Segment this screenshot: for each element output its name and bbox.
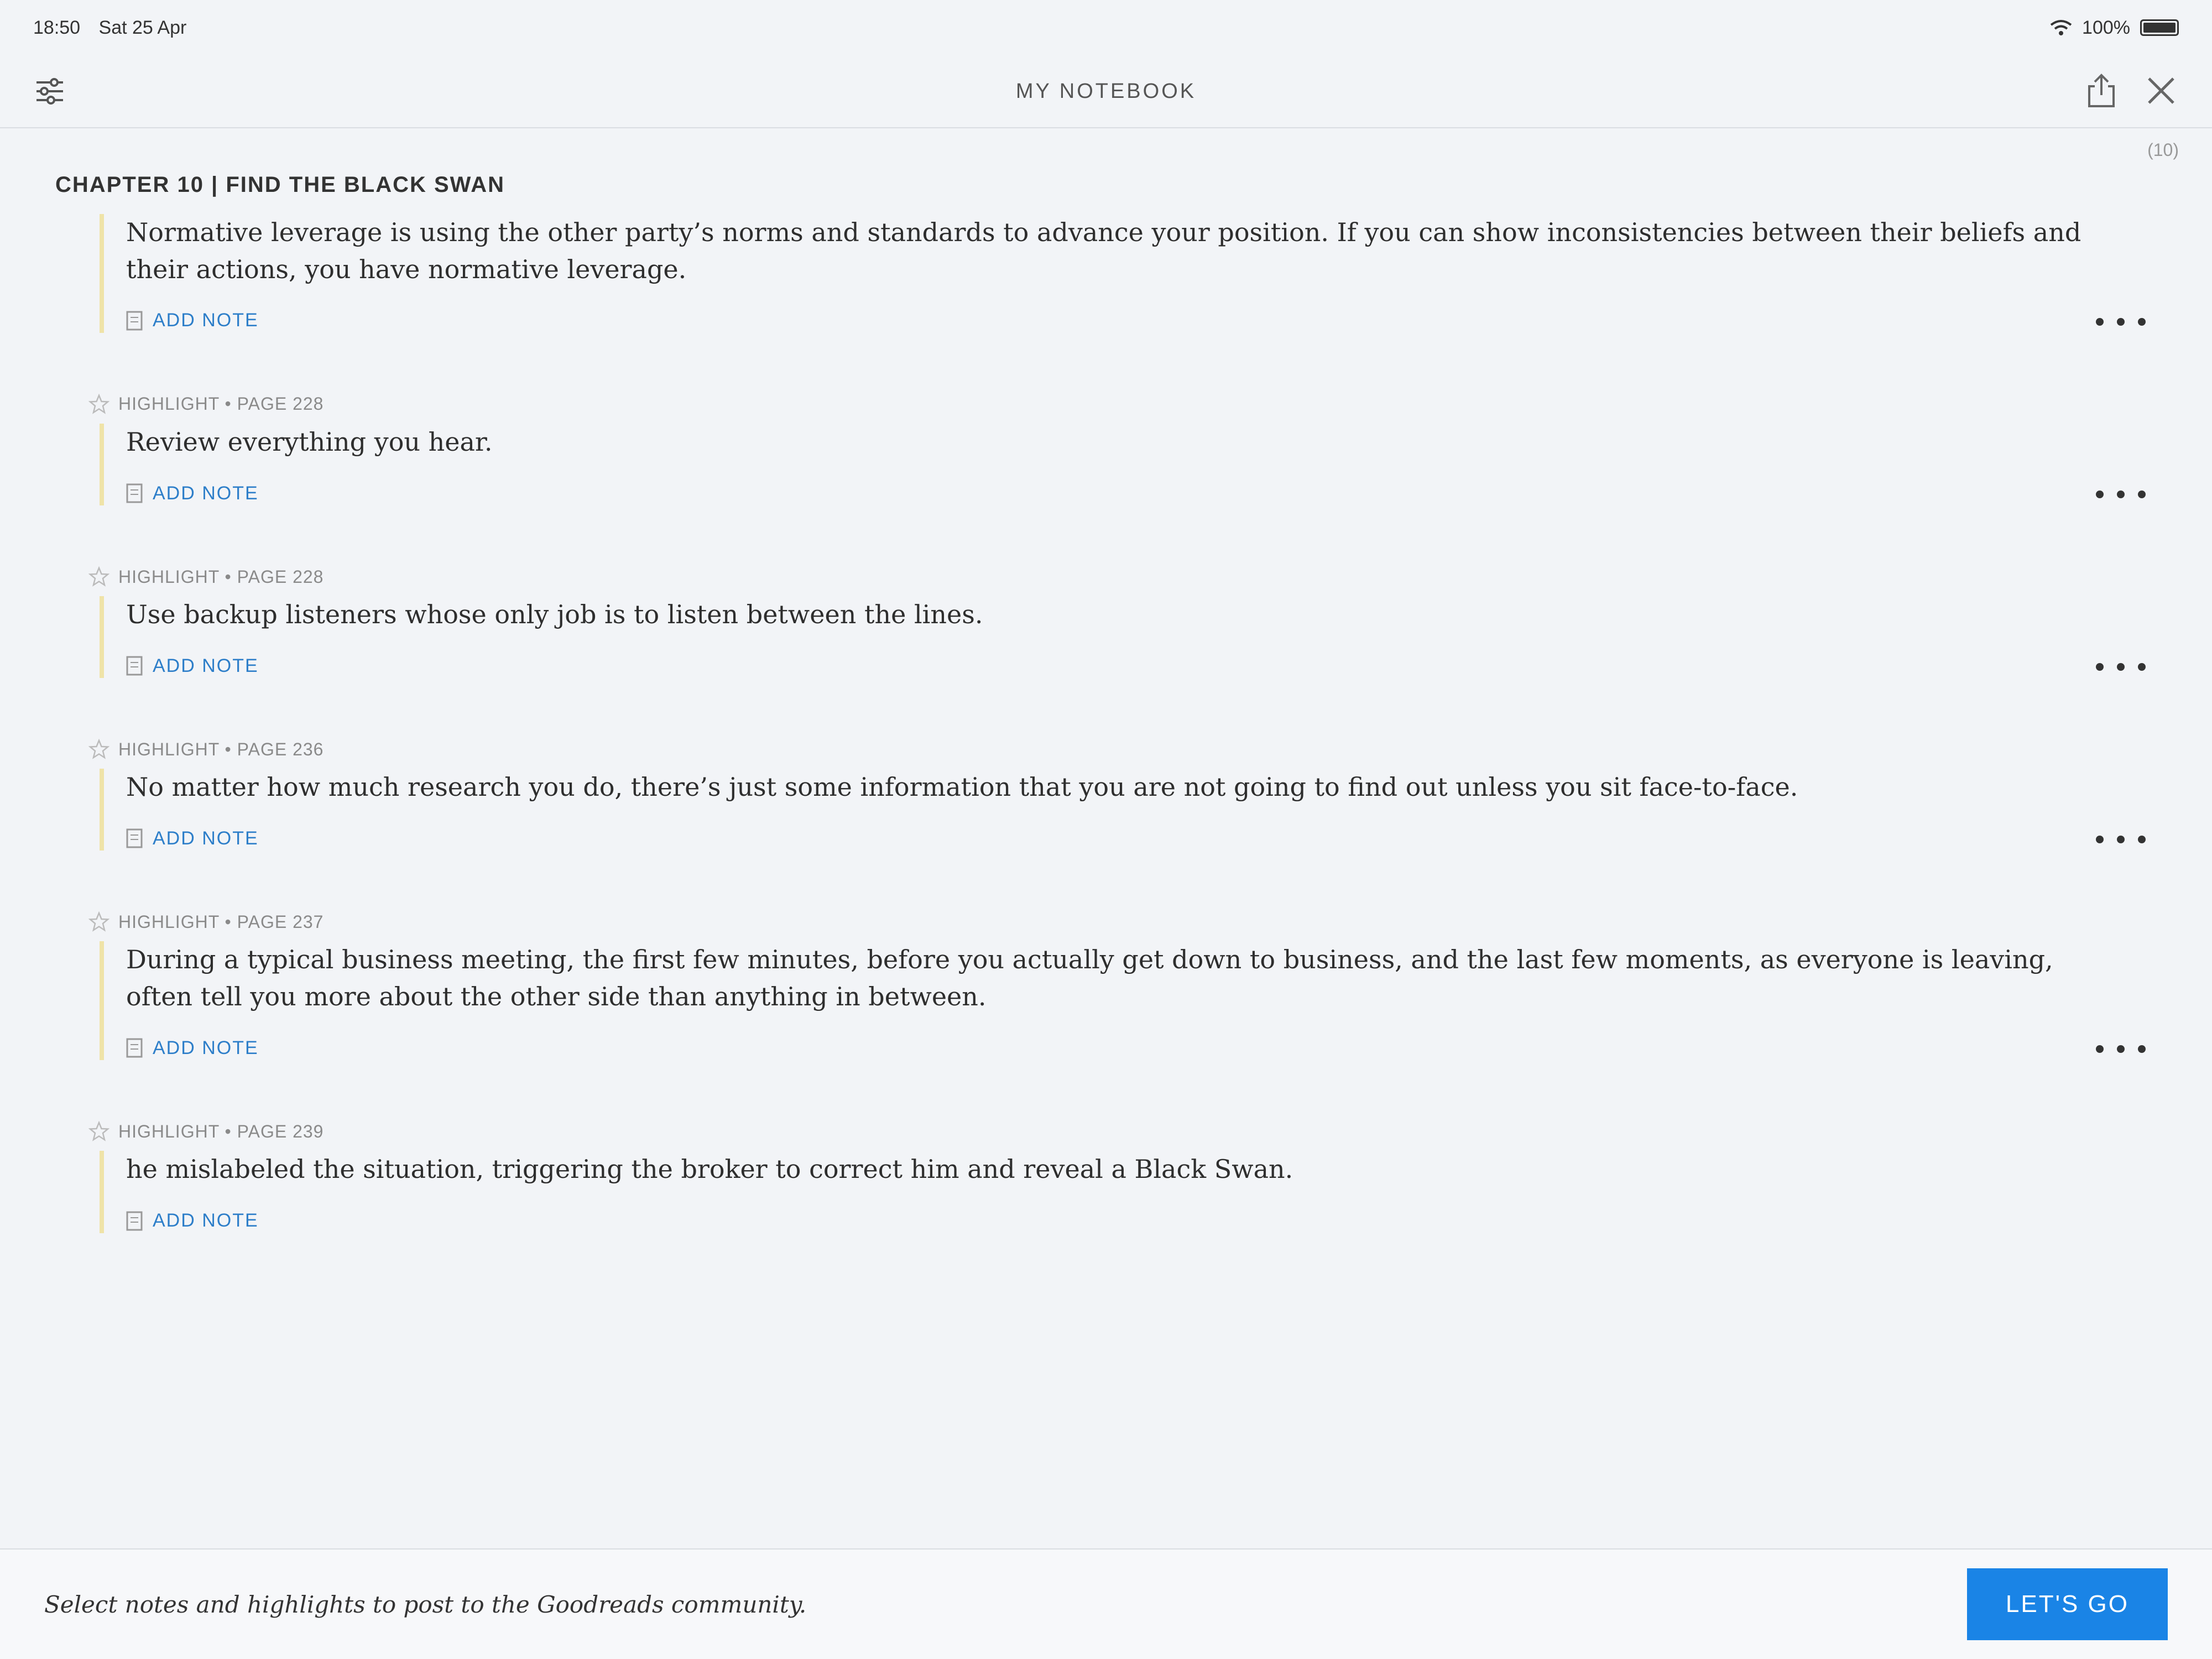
star-icon[interactable]: [88, 566, 109, 587]
note-icon: [126, 483, 143, 503]
filter-icon[interactable]: [33, 75, 66, 108]
battery-percent: 100%: [2082, 17, 2130, 38]
page-title: MY NOTEBOOK: [1015, 79, 1197, 103]
highlight-text: Use backup listeners whose only job is t…: [126, 599, 983, 630]
highlight-body: Use backup listeners whose only job is t…: [100, 596, 2124, 679]
status-right: 100%: [2050, 17, 2179, 39]
highlight-text: No matter how much research you do, ther…: [126, 772, 1798, 802]
wifi-icon: [2050, 20, 2072, 35]
highlight-body: Review everything you hear. ADD NOTE: [100, 423, 2124, 506]
add-note-label: ADD NOTE: [153, 655, 259, 676]
note-icon: [126, 1038, 143, 1058]
note-icon: [126, 311, 143, 331]
highlight-body: Normative leverage is using the other pa…: [100, 214, 2124, 333]
highlight-meta-label: HIGHLIGHT • PAGE 239: [118, 1121, 324, 1141]
more-icon[interactable]: [2096, 1038, 2146, 1060]
highlight-body: No matter how much research you do, ther…: [100, 769, 2124, 851]
add-note-button[interactable]: ADD NOTE: [126, 1210, 259, 1232]
more-icon[interactable]: [2096, 483, 2146, 505]
add-note-button[interactable]: ADD NOTE: [126, 828, 259, 849]
highlight-meta: HIGHLIGHT • PAGE 228: [88, 566, 2124, 587]
footer-bar: Select notes and highlights to post to t…: [0, 1548, 2212, 1659]
status-time: 18:50: [33, 17, 81, 38]
highlight-meta: HIGHLIGHT • PAGE 236: [88, 739, 2124, 760]
more-icon[interactable]: [2096, 828, 2146, 851]
add-note-button[interactable]: ADD NOTE: [126, 310, 259, 331]
status-date: Sat 25 Apr: [98, 17, 187, 38]
note-icon: [126, 656, 143, 676]
add-note-label: ADD NOTE: [153, 827, 259, 849]
more-icon[interactable]: [2096, 656, 2146, 678]
battery-icon: [2140, 19, 2179, 36]
add-note-button[interactable]: ADD NOTE: [126, 655, 259, 677]
highlight-text: Review everything you hear.: [126, 426, 493, 457]
highlight-meta-label: HIGHLIGHT • PAGE 228: [118, 394, 324, 414]
highlight-meta: HIGHLIGHT • PAGE 228: [88, 393, 2124, 415]
highlight-meta: HIGHLIGHT • PAGE 237: [88, 911, 2124, 932]
add-note-label: ADD NOTE: [153, 310, 259, 331]
highlight-body: he mislabeled the situation, triggering …: [100, 1151, 2124, 1233]
highlight-text: During a typical business meeting, the f…: [126, 945, 2053, 1012]
app-header: MY NOTEBOOK (10): [0, 55, 2212, 160]
close-icon[interactable]: [2143, 73, 2179, 108]
entry-count: (10): [2147, 140, 2179, 160]
star-icon[interactable]: [88, 393, 109, 415]
chapter-title: CHAPTER 10 | FIND THE BLACK SWAN: [55, 173, 505, 197]
share-icon[interactable]: [2085, 73, 2118, 108]
status-bar: 18:50 Sat 25 Apr 100%: [0, 0, 2212, 55]
star-icon[interactable]: [88, 739, 109, 760]
list-item[interactable]: Normative leverage is using the other pa…: [88, 214, 2146, 333]
notebook-content: CHAPTER 10 | FIND THE BLACK SWAN Normati…: [0, 128, 2212, 1233]
highlight-meta: HIGHLIGHT • PAGE 239: [88, 1121, 2124, 1142]
list-item[interactable]: HIGHLIGHT • PAGE 228 Use backup listener…: [88, 566, 2146, 679]
list-item[interactable]: HIGHLIGHT • PAGE 237 During a typical bu…: [88, 911, 2146, 1061]
star-icon[interactable]: [88, 1121, 109, 1142]
status-left: 18:50 Sat 25 Apr: [33, 17, 186, 39]
highlight-meta-label: HIGHLIGHT • PAGE 236: [118, 739, 324, 759]
highlight-body: During a typical business meeting, the f…: [100, 941, 2124, 1061]
note-icon: [126, 1211, 143, 1230]
highlight-meta-label: HIGHLIGHT • PAGE 237: [118, 911, 324, 932]
list-item[interactable]: HIGHLIGHT • PAGE 236 No matter how much …: [88, 739, 2146, 851]
more-icon[interactable]: [2096, 311, 2146, 333]
star-icon[interactable]: [88, 911, 109, 932]
add-note-label: ADD NOTE: [153, 1037, 259, 1058]
add-note-button[interactable]: ADD NOTE: [126, 483, 259, 504]
add-note-button[interactable]: ADD NOTE: [126, 1037, 259, 1059]
note-icon: [126, 828, 143, 848]
list-item[interactable]: HIGHLIGHT • PAGE 239 he mislabeled the s…: [88, 1121, 2124, 1233]
highlight-text: Normative leverage is using the other pa…: [126, 217, 2081, 284]
add-note-label: ADD NOTE: [153, 482, 259, 504]
lets-go-button[interactable]: LET'S GO: [1966, 1568, 2168, 1640]
highlight-meta-label: HIGHLIGHT • PAGE 228: [118, 566, 324, 587]
add-note-label: ADD NOTE: [153, 1210, 259, 1231]
highlight-text: he mislabeled the situation, triggering …: [126, 1154, 1293, 1185]
footer-prompt: Select notes and highlights to post to t…: [44, 1590, 807, 1618]
list-item[interactable]: HIGHLIGHT • PAGE 228 Review everything y…: [88, 393, 2146, 506]
